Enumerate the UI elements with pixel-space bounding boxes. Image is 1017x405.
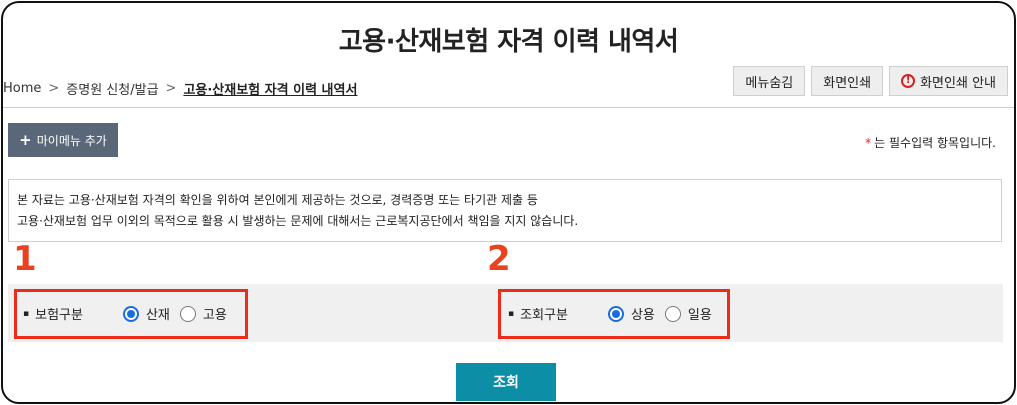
print-button[interactable]: 화면인쇄	[811, 66, 884, 96]
search-button-label: 조회	[493, 375, 519, 391]
insurance-type-option-sanjae[interactable]: 산재	[122, 304, 170, 323]
option-label: 고용	[202, 308, 227, 323]
query-type-label: 조회구분	[520, 308, 568, 323]
window-frame: 고용·산재보험 자격 이력 내역서 Home > 증명원 신청/발급 > 고용·…	[1, 1, 1016, 404]
required-note-text: 는 필수입력 항목입니다.	[874, 136, 996, 150]
toolbar: 메뉴숨김 화면인쇄 ! 화면인쇄 안내	[733, 66, 1008, 96]
breadcrumb-home[interactable]: Home	[3, 81, 41, 96]
divider	[3, 107, 1014, 108]
query-type-option-ilyong[interactable]: 일용	[664, 304, 712, 323]
alert-icon: !	[901, 74, 916, 88]
insurance-type-field: ▪ 보험구분 산재 고용	[23, 304, 237, 323]
insurance-type-option-goyong[interactable]: 고용	[179, 304, 227, 323]
bullet-icon: ▪	[508, 308, 515, 319]
hide-menu-button[interactable]: 메뉴숨김	[733, 66, 806, 96]
radio-checked-icon[interactable]	[122, 305, 139, 322]
page-title: 고용·산재보험 자격 이력 내역서	[338, 27, 679, 57]
required-note: * 는 필수입력 항목입니다.	[865, 134, 996, 151]
annotation-number-1: 1	[13, 239, 37, 279]
option-label: 상용	[630, 308, 655, 323]
query-type-field: ▪ 조회구분 상용 일용	[508, 304, 722, 323]
radio-checked-icon[interactable]	[607, 305, 624, 322]
notice-line-1: 본 자료는 고용·산재보험 자격의 확인을 위하여 본인에게 제공하는 것으로,…	[17, 193, 538, 207]
notice-line-2: 고용·산재보험 업무 이외의 목적으로 활용 시 발생하는 문제에 대해서는 근…	[17, 214, 579, 228]
plus-icon: +	[19, 131, 32, 149]
print-guide-label: 화면인쇄 안내	[920, 75, 996, 91]
required-star: *	[865, 136, 872, 150]
option-label: 일용	[687, 308, 712, 323]
add-my-menu-label: 마이메뉴 추가	[36, 133, 107, 148]
notice-box: 본 자료는 고용·산재보험 자격의 확인을 위하여 본인에게 제공하는 것으로,…	[8, 179, 1002, 242]
chevron-right-icon: >	[165, 81, 177, 96]
breadcrumb-current[interactable]: 고용·산재보험 자격 이력 내역서	[183, 79, 357, 98]
print-label: 화면인쇄	[823, 75, 872, 91]
insurance-type-label: 보험구분	[35, 308, 83, 323]
chevron-right-icon: >	[48, 81, 60, 96]
bullet-icon: ▪	[23, 308, 30, 319]
search-button[interactable]: 조회	[456, 363, 556, 401]
breadcrumb-level1[interactable]: 증명원 신청/발급	[66, 79, 158, 98]
radio-unchecked-icon[interactable]	[179, 305, 196, 322]
breadcrumb: Home > 증명원 신청/발급 > 고용·산재보험 자격 이력 내역서	[3, 79, 357, 98]
annotation-number-2: 2	[487, 239, 511, 279]
radio-unchecked-icon[interactable]	[664, 305, 681, 322]
option-label: 산재	[145, 308, 170, 323]
hide-menu-label: 메뉴숨김	[745, 75, 794, 91]
print-guide-button[interactable]: ! 화면인쇄 안내	[889, 66, 1008, 96]
query-type-option-sangyong[interactable]: 상용	[607, 304, 655, 323]
add-my-menu-button[interactable]: + 마이메뉴 추가	[8, 123, 118, 157]
